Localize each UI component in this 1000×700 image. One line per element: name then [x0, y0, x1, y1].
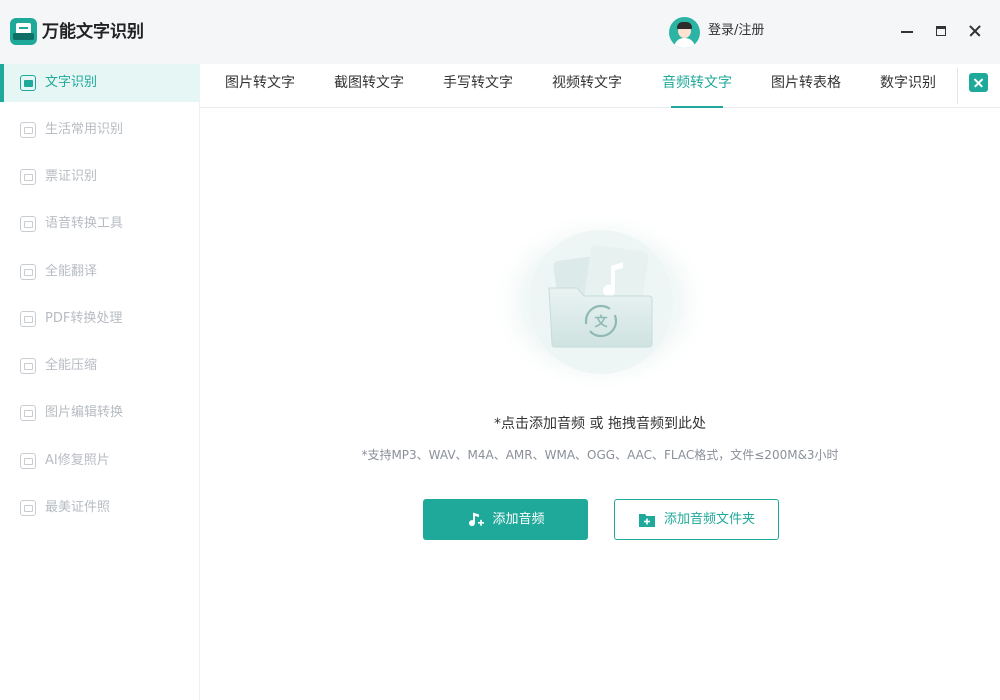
- tab-number-recognition[interactable]: 数字识别: [880, 64, 936, 108]
- sidebar: 文字识别 生活常用识别 票证识别 语音转换工具 全能翻译 PDF转换处理 全能压…: [0, 64, 200, 700]
- sidebar-item-label: 语音转换工具: [45, 216, 124, 231]
- sidebar-item-label: 票证识别: [45, 169, 98, 184]
- scan-frame-icon: [20, 122, 36, 138]
- audio-upload-dropzone[interactable]: 文: [489, 210, 713, 394]
- app-title: 万能文字识别: [42, 22, 144, 42]
- close-icon[interactable]: [966, 22, 984, 40]
- pdf-icon: [20, 311, 36, 327]
- add-audio-button[interactable]: 添加音频: [423, 499, 588, 540]
- compress-icon: [20, 358, 36, 374]
- sidebar-item-label: AI修复照片: [45, 453, 110, 468]
- add-audio-folder-label: 添加音频文件夹: [663, 511, 755, 527]
- ticket-scan-icon: [20, 169, 36, 185]
- image-edit-icon: [20, 405, 36, 421]
- tab-audio-to-text[interactable]: 音频转文字: [662, 64, 732, 108]
- sidebar-item-label: 图片编辑转换: [45, 405, 124, 420]
- sidebar-item-label: 最美证件照: [45, 500, 111, 515]
- add-audio-label: 添加音频: [492, 511, 545, 527]
- tab-image-to-table[interactable]: 图片转表格: [771, 64, 841, 108]
- sidebar-item-compress[interactable]: 全能压缩: [0, 347, 200, 385]
- translate-icon: [20, 264, 36, 280]
- upload-hint: *点击添加音频 或 拖拽音频到此处: [494, 416, 706, 432]
- sidebar-item-label: PDF转换处理: [45, 311, 123, 326]
- audio-folder-illustration-icon: 文: [489, 210, 713, 394]
- music-note-plus-icon: [466, 511, 485, 529]
- collapse-tabs-close-icon[interactable]: [969, 73, 988, 92]
- sidebar-item-label: 全能翻译: [45, 264, 98, 279]
- ai-photo-icon: [20, 453, 36, 469]
- sidebar-item-id-photo[interactable]: 最美证件照: [0, 489, 200, 527]
- sidebar-item-text-recognition[interactable]: 文字识别: [0, 64, 200, 102]
- tab-divider: [957, 68, 958, 104]
- user-avatar-icon[interactable]: [669, 17, 700, 48]
- sidebar-item-voice-tools[interactable]: 语音转换工具: [0, 205, 200, 243]
- folder-plus-icon: [638, 511, 656, 529]
- sidebar-item-ai-photo[interactable]: AI修复照片: [0, 442, 200, 480]
- login-register-link[interactable]: 登录/注册: [708, 22, 764, 40]
- minimize-icon[interactable]: [898, 22, 916, 40]
- svg-text:文: 文: [594, 314, 608, 330]
- sidebar-item-label: 生活常用识别: [45, 122, 124, 137]
- sidebar-item-pdf[interactable]: PDF转换处理: [0, 300, 200, 338]
- voice-convert-icon: [20, 216, 36, 232]
- tab-handwriting-to-text[interactable]: 手写转文字: [443, 64, 513, 108]
- sidebar-item-label: 文字识别: [45, 75, 98, 90]
- sidebar-item-label: 全能压缩: [45, 358, 98, 373]
- tab-screenshot-to-text[interactable]: 截图转文字: [334, 64, 404, 108]
- sidebar-item-daily-recognition[interactable]: 生活常用识别: [0, 111, 200, 149]
- function-tab-bar: 图片转文字 截图转文字 手写转文字 视频转文字 音频转文字 图片转表格 数字识别: [200, 64, 1000, 108]
- title-bar: 万能文字识别 登录/注册: [0, 0, 1000, 64]
- sidebar-item-ticket-recognition[interactable]: 票证识别: [0, 158, 200, 196]
- sidebar-item-image-edit[interactable]: 图片编辑转换: [0, 394, 200, 432]
- supported-formats-note: *支持MP3、WAV、M4A、AMR、WMA、OGG、AAC、FLAC格式，文件…: [361, 448, 839, 462]
- maximize-icon[interactable]: [932, 22, 950, 40]
- app-logo-icon: [10, 18, 37, 45]
- tab-image-to-text[interactable]: 图片转文字: [225, 64, 295, 108]
- text-scan-icon: [20, 75, 36, 91]
- sidebar-item-translate[interactable]: 全能翻译: [0, 253, 200, 291]
- tab-video-to-text[interactable]: 视频转文字: [552, 64, 622, 108]
- id-photo-icon: [20, 500, 36, 516]
- add-audio-folder-button[interactable]: 添加音频文件夹: [614, 499, 779, 540]
